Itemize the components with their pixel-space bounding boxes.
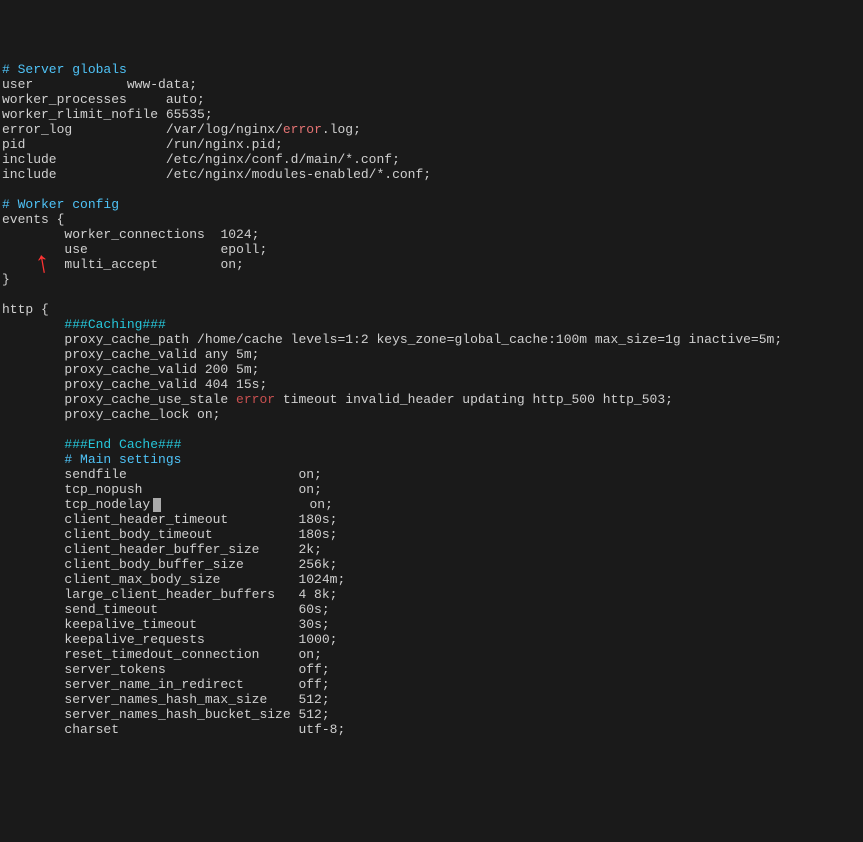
config-key: keepalive_requests	[2, 632, 205, 647]
config-value: 1024;	[205, 227, 260, 242]
config-key: client_header_buffer_size	[2, 542, 259, 557]
config-key: include	[2, 167, 57, 182]
code-editor[interactable]: # Server globalsuser www-data;worker_pro…	[2, 62, 861, 737]
events-open: events {	[2, 212, 64, 227]
pad	[228, 512, 290, 527]
config-value: on;	[291, 467, 322, 482]
config-value: www-data;	[119, 77, 197, 92]
config-key: error_log	[2, 122, 72, 137]
config-key: pid	[2, 137, 25, 152]
config-value: /etc/nginx/conf.d/main/*.conf;	[158, 152, 400, 167]
pad	[119, 722, 291, 737]
config-value: 60s;	[291, 602, 330, 617]
config-value: on;	[205, 257, 244, 272]
proxy-cache-valid: proxy_cache_valid 404 15s;	[2, 377, 267, 392]
pad	[161, 497, 301, 512]
config-value: 4 8k;	[291, 587, 338, 602]
config-value: 512;	[291, 707, 330, 722]
path-suffix: .log;	[322, 122, 361, 137]
pad	[127, 92, 158, 107]
pad	[33, 77, 119, 92]
pad	[57, 152, 158, 167]
pad	[244, 677, 291, 692]
config-key: large_client_header_buffers	[2, 587, 275, 602]
proxy-cache-valid: proxy_cache_valid 200 5m;	[2, 362, 259, 377]
pad	[57, 167, 158, 182]
proxy-cache-valid: proxy_cache_valid any 5m;	[2, 347, 259, 362]
config-value: epoll;	[205, 242, 267, 257]
config-value: 180s;	[291, 512, 338, 527]
config-key: worker_rlimit_nofile	[2, 107, 158, 122]
config-key: use	[2, 242, 88, 257]
config-value: auto;	[158, 92, 205, 107]
pad	[205, 632, 291, 647]
config-key: server_name_in_redirect	[2, 677, 244, 692]
config-key: server_names_hash_max_size	[2, 692, 267, 707]
config-key: reset_timedout_connection	[2, 647, 259, 662]
pad	[259, 542, 290, 557]
pad	[220, 572, 290, 587]
http-open: http {	[2, 302, 49, 317]
pad	[158, 602, 291, 617]
config-value: /run/nginx.pid;	[158, 137, 283, 152]
config-value: on;	[302, 497, 333, 512]
comment-server-globals: # Server globals	[2, 62, 127, 77]
config-key: client_body_timeout	[2, 527, 213, 542]
config-key: client_body_buffer_size	[2, 557, 244, 572]
config-key: client_max_body_size	[2, 572, 220, 587]
config-value: 256k;	[291, 557, 338, 572]
config-key: keepalive_timeout	[2, 617, 197, 632]
config-value: 180s;	[291, 527, 338, 542]
pad	[127, 467, 291, 482]
comment-caching-end: ###End Cache###	[64, 437, 181, 452]
pad	[25, 137, 158, 152]
proxy-cache-path: proxy_cache_path /home/cache levels=1:2 …	[2, 332, 782, 347]
config-value: utf-8;	[291, 722, 346, 737]
config-key: worker_processes	[2, 92, 127, 107]
config-key: multi_accept	[2, 257, 158, 272]
proxy-cache-use-stale-suffix: timeout invalid_header updating http_500…	[275, 392, 673, 407]
pad	[259, 647, 290, 662]
proxy-cache-use-stale-prefix: proxy_cache_use_stale	[2, 392, 236, 407]
config-value: /etc/nginx/modules-enabled/*.conf;	[158, 167, 431, 182]
config-key: send_timeout	[2, 602, 158, 617]
config-value: 512;	[291, 692, 330, 707]
comment-main-settings: # Main settings	[64, 452, 181, 467]
proxy-cache-lock: proxy_cache_lock on;	[2, 407, 220, 422]
pad	[88, 242, 205, 257]
config-value: on;	[291, 482, 322, 497]
pad	[158, 257, 205, 272]
config-key: client_header_timeout	[2, 512, 228, 527]
config-key: tcp_nodelay	[2, 497, 150, 512]
path-prefix: /var/log/nginx/	[158, 122, 283, 137]
pad	[197, 617, 291, 632]
config-value: off;	[291, 677, 330, 692]
error-keyword: error	[236, 392, 275, 407]
config-value: on;	[291, 647, 322, 662]
config-key: include	[2, 152, 57, 167]
config-value: 1000;	[291, 632, 338, 647]
config-key: worker_connections	[2, 227, 205, 242]
config-value: 2k;	[291, 542, 322, 557]
comment-worker-config: # Worker config	[2, 197, 119, 212]
config-key: server_names_hash_bucket_size	[2, 707, 291, 722]
pad	[213, 527, 291, 542]
config-value: 65535;	[158, 107, 213, 122]
pad	[244, 557, 291, 572]
config-key: user	[2, 77, 33, 92]
config-key: sendfile	[2, 467, 127, 482]
error-keyword: error	[283, 122, 322, 137]
config-value: 30s;	[291, 617, 330, 632]
config-key: charset	[2, 722, 119, 737]
pad	[275, 587, 291, 602]
config-key: tcp_nopush	[2, 482, 142, 497]
config-value: 1024m;	[291, 572, 346, 587]
pad	[72, 122, 158, 137]
events-close: }	[2, 272, 10, 287]
pad	[267, 692, 290, 707]
comment-caching-start: ###Caching###	[64, 317, 165, 332]
pad	[142, 482, 290, 497]
